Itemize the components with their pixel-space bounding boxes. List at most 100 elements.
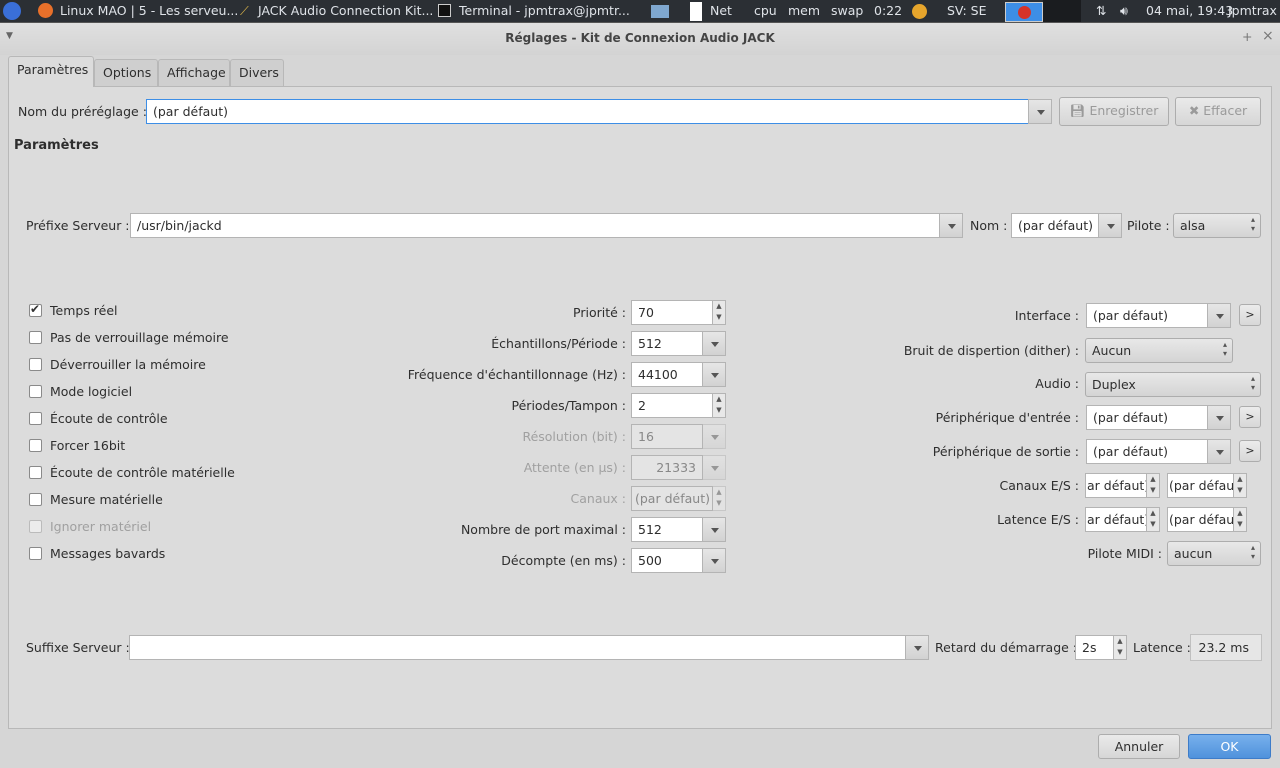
delete-button[interactable]: ✖ Effacer (1175, 97, 1261, 126)
volume-icon[interactable]: 🔊︎ (1120, 3, 1128, 19)
server-suffix-input[interactable] (129, 635, 906, 660)
net-label: Net (710, 3, 732, 18)
checkbox-monitor[interactable] (29, 412, 42, 425)
start-delay-input[interactable]: 2s (1075, 635, 1114, 660)
checkbox-realtime[interactable] (29, 302, 42, 317)
io-channels-out-input[interactable]: (par défaut) (1167, 473, 1234, 498)
name-dropdown[interactable] (1098, 213, 1122, 238)
output-device-more-button[interactable]: > (1239, 440, 1261, 462)
channels-spinner[interactable]: ▲ ▼ (712, 486, 726, 511)
checkbox-label: Temps réel (50, 303, 118, 318)
save-icon: 💾︎ (1069, 103, 1090, 118)
preset-name-input[interactable]: (par défaut) (146, 99, 1029, 124)
start-delay-spinner[interactable]: ▲ ▼ (1113, 635, 1127, 660)
save-button[interactable]: 💾︎ Enregistrer (1059, 97, 1169, 126)
tab-divers[interactable]: Divers (230, 59, 284, 86)
checkbox-label: Messages bavards (50, 546, 166, 561)
cancel-button[interactable]: Annuler (1098, 734, 1180, 759)
resolution-dropdown[interactable] (702, 424, 726, 449)
frames-input[interactable]: 512 (631, 331, 703, 356)
preset-dropdown-button[interactable] (1028, 99, 1052, 124)
output-device-dropdown[interactable] (1207, 439, 1231, 464)
checkbox-soft-mode[interactable] (29, 385, 42, 398)
input-device-dropdown[interactable] (1207, 405, 1231, 430)
server-prefix-label: Préfixe Serveur : (26, 218, 130, 233)
tab-parametres[interactable]: Paramètres (8, 56, 94, 87)
input-device-input[interactable]: (par défaut) (1086, 405, 1208, 430)
server-suffix-dropdown[interactable] (905, 635, 929, 660)
midi-driver-label: Pilote MIDI : (1087, 546, 1162, 561)
interface-dropdown[interactable] (1207, 303, 1231, 328)
menu-icon[interactable] (3, 2, 21, 20)
tab-options[interactable]: Options (94, 59, 158, 86)
workspace-2[interactable] (1043, 0, 1081, 22)
dither-select[interactable]: Aucun (1085, 338, 1233, 363)
checkbox-hw-monitor[interactable] (29, 466, 42, 479)
ok-button[interactable]: OK (1188, 734, 1271, 759)
midi-driver-select[interactable]: aucun (1167, 541, 1261, 566)
firefox-icon (38, 3, 53, 18)
client-timeout-dropdown[interactable] (702, 548, 726, 573)
title-bar: ▼ Réglages - Kit de Connexion Audio JACK… (0, 22, 1280, 55)
task-jack[interactable]: JACK Audio Connection Kit... (258, 3, 433, 18)
client-timeout-input[interactable]: 500 (631, 548, 703, 573)
input-device-more-button[interactable]: > (1239, 406, 1261, 428)
interface-more-button[interactable]: > (1239, 304, 1261, 326)
pin-button[interactable]: + (1242, 29, 1252, 44)
priority-spinner[interactable]: ▲ ▼ (712, 300, 726, 325)
sample-rate-label: Fréquence d'échantillonnage (Hz) : (407, 367, 626, 382)
folder-icon[interactable] (651, 5, 669, 18)
server-prefix-dropdown[interactable] (939, 213, 963, 238)
max-ports-input[interactable]: 512 (631, 517, 703, 542)
output-device-input[interactable]: (par défaut) (1086, 439, 1208, 464)
server-prefix-input[interactable]: /usr/bin/jackd (130, 213, 940, 238)
io-latency-out-spinner[interactable]: ▲ ▼ (1233, 507, 1247, 532)
checkbox-ignore-hw[interactable] (29, 520, 42, 533)
checkbox-label: Ignorer matériel (50, 519, 152, 534)
name-input[interactable]: (par défaut) (1011, 213, 1099, 238)
io-channels-in-input[interactable]: ar défaut) (1085, 473, 1147, 498)
checkbox-verbose[interactable] (29, 547, 42, 560)
periods-spinner[interactable]: ▲ ▼ (712, 393, 726, 418)
sample-rate-dropdown[interactable] (702, 362, 726, 387)
io-channels-in-spinner[interactable]: ▲ ▼ (1146, 473, 1160, 498)
checkbox-label: Écoute de contrôle (50, 411, 168, 426)
tab-affichage[interactable]: Affichage (158, 59, 230, 86)
audio-select[interactable]: Duplex (1085, 372, 1261, 397)
io-latency-in-input[interactable]: ar défaut) (1085, 507, 1147, 532)
delete-icon: ✖ (1188, 103, 1204, 118)
timeout-dropdown[interactable] (702, 455, 726, 480)
channels-input[interactable]: (par défaut) (631, 486, 713, 511)
periods-input[interactable]: 2 (631, 393, 713, 418)
sample-rate-input[interactable]: 44100 (631, 362, 703, 387)
cpu-label: cpu (754, 3, 777, 18)
user-name[interactable]: Jpmtrax (1228, 3, 1277, 18)
max-ports-dropdown[interactable] (702, 517, 726, 542)
start-delay-label: Retard du démarrage : (935, 640, 1078, 655)
checkbox-unlock-memory[interactable] (29, 358, 42, 371)
periods-label: Périodes/Tampon : (511, 398, 626, 413)
driver-select[interactable]: alsa (1173, 213, 1261, 238)
checkbox-label: Mode logiciel (50, 384, 133, 399)
checkbox-no-memlock[interactable] (29, 331, 42, 344)
checkbox-hw-meter[interactable] (29, 493, 42, 506)
frames-dropdown[interactable] (702, 331, 726, 356)
task-firefox[interactable]: Linux MAO | 5 - Les serveu... (60, 3, 238, 18)
workspace-active[interactable] (1005, 2, 1043, 22)
output-device-label: Périphérique de sortie : (932, 444, 1079, 459)
interface-input[interactable]: (par défaut) (1086, 303, 1208, 328)
io-latency-out-input[interactable]: (par défaut) (1167, 507, 1234, 532)
interface-label: Interface : (1014, 308, 1079, 323)
weather-icon[interactable] (912, 4, 927, 19)
priority-input[interactable]: 70 (631, 300, 713, 325)
timeout-input[interactable]: 21333 (631, 455, 703, 480)
task-terminal[interactable]: Terminal - jpmtrax@jpmtr... (459, 3, 630, 18)
network-icon[interactable]: ⇅ (1096, 3, 1106, 18)
jack-icon: ⟋ (240, 3, 249, 18)
checkbox-force-16bit[interactable] (29, 439, 42, 452)
resolution-input[interactable]: 16 (631, 424, 703, 449)
io-channels-out-spinner[interactable]: ▲ ▼ (1233, 473, 1247, 498)
clock[interactable]: 04 mai, 19:43 (1146, 3, 1233, 18)
close-button[interactable]: × (1262, 28, 1274, 44)
io-latency-in-spinner[interactable]: ▲ ▼ (1146, 507, 1160, 532)
